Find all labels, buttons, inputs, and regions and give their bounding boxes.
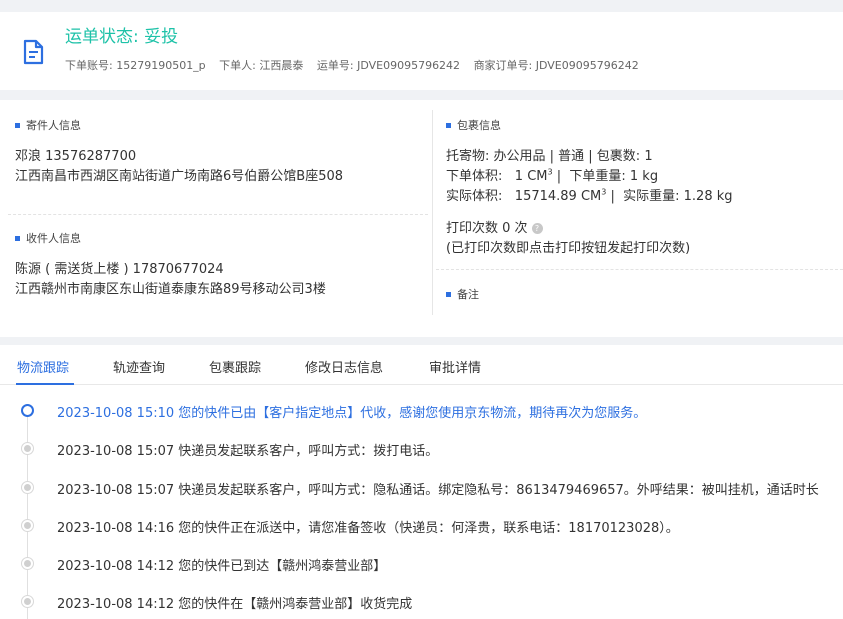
timeline-text: 2023-10-08 14:12 您的快件已到达【赣州鸿泰营业部】 [57, 559, 387, 574]
timeline-text: 2023-10-08 15:10 您的快件已由【客户指定地点】代收，感谢您使用京… [57, 406, 647, 421]
tab-logistics-tracking[interactable]: 物流跟踪 [17, 357, 69, 376]
timeline-dot [22, 558, 33, 569]
section-marker [446, 291, 451, 297]
tracking-tabs: 物流跟踪 轨迹查询 包裹跟踪 修改日志信息 审批详情 [0, 345, 843, 385]
tab-approval-details[interactable]: 审批详情 [429, 357, 481, 376]
section-marker [15, 235, 20, 241]
package-goods: 托寄物: 办公用品 | 普通 | 包裹数: 1 [446, 149, 653, 164]
timeline-dot [22, 596, 33, 607]
merchant-order-number: 商家订单号: JDVE09095796242 [473, 59, 639, 72]
orderer: 下单人: 江西晨泰 [219, 59, 304, 72]
timeline-item: 2023-10-08 14:12 您的快件已到达【赣州鸿泰营业部】 [0, 555, 843, 575]
receiver-section-title: 收件人信息 [15, 230, 81, 246]
print-count: 打印次数 0 次? [446, 217, 543, 236]
timeline-current-dot [21, 404, 34, 417]
remark-section-title: 备注 [446, 286, 479, 302]
waybill-header: 运单状态: 妥投 下单账号: 15279190501_p 下单人: 江西晨泰 运… [0, 12, 843, 90]
help-icon[interactable]: ? [531, 223, 543, 234]
waybill-info-panel: 寄件人信息 邓浪 13576287700 江西南昌市西湖区南站街道广场南路6号伯… [0, 100, 843, 337]
document-icon [23, 39, 44, 65]
timeline-item: 2023-10-08 14:16 您的快件正在派送中，请您准备签收（快递员：何泽… [0, 517, 843, 537]
sender-name-phone: 邓浪 13576287700 [15, 149, 137, 164]
timeline-dot [22, 443, 33, 454]
tracking-panel: 物流跟踪 轨迹查询 包裹跟踪 修改日志信息 审批详情 2023-10-08 15… [0, 345, 843, 619]
waybill-meta: 下单账号: 15279190501_p 下单人: 江西晨泰 运单号: JDVE0… [65, 57, 649, 73]
active-tab-indicator [16, 383, 74, 385]
order-account: 下单账号: 15279190501_p [65, 59, 206, 72]
timeline-text: 2023-10-08 15:07 快递员发起联系客户，呼叫方式：隐私通话。绑定隐… [57, 483, 819, 498]
column-divider [432, 110, 433, 315]
section-marker [446, 122, 451, 128]
timeline-text: 2023-10-08 14:16 您的快件正在派送中，请您准备签收（快递员：何泽… [57, 521, 679, 536]
receiver-address: 江西赣州市南康区东山街道泰康东路89号移动公司3楼 [15, 282, 326, 297]
sender-section-title: 寄件人信息 [15, 117, 81, 133]
waybill-number: 运单号: JDVE09095796242 [316, 59, 461, 72]
print-hint: (已打印次数即点击打印按钮发起打印次数) [446, 241, 691, 256]
timeline-dot [22, 520, 33, 531]
tab-route-query[interactable]: 轨迹查询 [113, 357, 165, 376]
divider [436, 269, 843, 270]
waybill-status: 运单状态: 妥投 [65, 27, 179, 47]
timeline-text: 2023-10-08 15:07 快递员发起联系客户，呼叫方式：拨打电话。 [57, 444, 439, 459]
divider [8, 214, 428, 215]
timeline-item: 2023-10-08 14:12 您的快件在【赣州鸿泰营业部】收货完成 [0, 593, 843, 613]
tab-package-tracking[interactable]: 包裹跟踪 [209, 357, 261, 376]
timeline-item: 2023-10-08 15:07 快递员发起联系客户，呼叫方式：拨打电话。 [0, 440, 843, 460]
package-order-size: 下单体积: 1 CM3 | 下单重量: 1 kg [446, 167, 659, 184]
receiver-name-phone: 陈源 ( 需送货上楼 ) 17870677024 [15, 262, 224, 277]
section-marker [15, 122, 20, 128]
sender-address: 江西南昌市西湖区南站街道广场南路6号伯爵公馆B座508 [15, 169, 344, 184]
timeline-text: 2023-10-08 14:12 您的快件在【赣州鸿泰营业部】收货完成 [57, 597, 413, 612]
timeline-item: 2023-10-08 15:10 您的快件已由【客户指定地点】代收，感谢您使用京… [0, 402, 843, 422]
timeline-dot [22, 482, 33, 493]
package-actual-size: 实际体积: 15714.89 CM3 | 实际重量: 1.28 kg [446, 187, 733, 204]
timeline-item: 2023-10-08 15:07 快递员发起联系客户，呼叫方式：隐私通话。绑定隐… [0, 479, 843, 499]
package-section-title: 包裹信息 [446, 117, 501, 133]
tab-change-log[interactable]: 修改日志信息 [305, 357, 383, 376]
